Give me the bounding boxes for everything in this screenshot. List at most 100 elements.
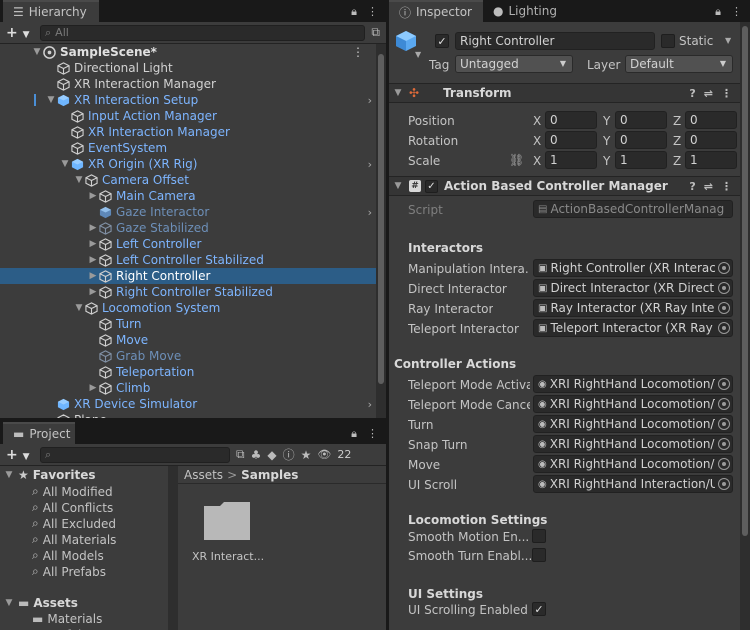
rotation-y-field[interactable]: 0 (615, 131, 667, 149)
scene-visibility-icon[interactable]: ⧉ (371, 25, 380, 40)
link-icon[interactable]: ⛓ (509, 153, 524, 167)
static-checkbox[interactable] (661, 34, 675, 48)
component-enabled-checkbox[interactable]: ✓ (425, 179, 438, 193)
chevron-right-icon[interactable]: ▶ (88, 383, 98, 393)
action-field[interactable]: ◉ XRI RightHand Locomotion/Te (533, 395, 733, 413)
chevron-down-icon[interactable]: ▼ (32, 47, 42, 57)
hierarchy-row[interactable]: XR Interaction Manager (0, 124, 376, 140)
hierarchy-row[interactable]: Directional Light (0, 60, 376, 76)
hierarchy-search-input[interactable]: ⌕ All (40, 24, 366, 41)
favorite-item[interactable]: ⌕ All Prefabs (32, 564, 106, 579)
chevron-right-icon[interactable]: ▶ (88, 239, 98, 249)
preset-icon[interactable]: ⇌ (704, 87, 713, 100)
tab-project[interactable]: ▬ Project (3, 422, 75, 444)
hierarchy-row[interactable]: XR Device Simulator › (0, 396, 376, 412)
hierarchy-row[interactable]: Turn (0, 316, 376, 332)
chevron-right-icon[interactable]: › (368, 158, 372, 171)
search-by-type-icon[interactable]: ⧉ (236, 447, 245, 462)
tab-lighting[interactable]: ● Lighting (483, 0, 567, 22)
object-picker-icon[interactable] (718, 262, 730, 274)
interactor-field[interactable]: ▣ Right Controller (XR Interactio (533, 259, 733, 277)
chevron-down-icon[interactable]: ▼ (74, 175, 84, 185)
hierarchy-row[interactable]: Grab Move (0, 348, 376, 364)
project-tree-scrollbar[interactable] (168, 466, 178, 630)
inspector-scrollbar-thumb[interactable] (742, 26, 748, 536)
project-search-input[interactable]: ⌕ (40, 446, 230, 463)
eye-icon[interactable]: 👁︎ (317, 448, 331, 461)
hierarchy-row[interactable]: ▼ XR Interaction Setup › (0, 92, 376, 108)
gameobject-cube-icon[interactable] (395, 30, 417, 52)
locomotion-setting-checkbox[interactable] (532, 548, 546, 562)
kebab-menu-icon[interactable]: ⋮ (731, 5, 742, 19)
chevron-right-icon[interactable]: ▶ (88, 255, 98, 265)
object-picker-icon[interactable] (718, 418, 730, 430)
object-name-field[interactable]: Right Controller (455, 32, 655, 50)
chevron-right-icon[interactable]: ▶ (88, 287, 98, 297)
create-dropdown-button[interactable]: + ▼ (6, 447, 34, 463)
component-header[interactable]: ▼ # ✓ Action Based Controller Manager ? ⇌… (389, 176, 740, 196)
action-field[interactable]: ◉ XRI RightHand Locomotion/Sn (533, 435, 733, 453)
hierarchy-row[interactable]: ▼ XR Origin (XR Rig) › (0, 156, 376, 172)
filter-by-label-icon[interactable]: ♣ (251, 448, 262, 462)
object-picker-icon[interactable] (718, 478, 730, 490)
hierarchy-row[interactable]: ▶ Right Controller Stabilized (0, 284, 376, 300)
warning-icon[interactable]: ⓘ (283, 446, 295, 463)
hierarchy-row[interactable]: ▼ Locomotion System (0, 300, 376, 316)
kebab-menu-icon[interactable]: ⋮ (352, 45, 364, 59)
hierarchy-row[interactable]: ▶ Gaze Stabilized (0, 220, 376, 236)
help-icon[interactable]: ? (689, 87, 695, 100)
interactor-field[interactable]: ▣ Teleport Interactor (XR Ray In (533, 319, 733, 337)
lock-icon[interactable]: 🔒︎ (351, 427, 357, 441)
chevron-down-icon[interactable]: ▼ (415, 50, 421, 59)
hierarchy-row[interactable]: XR Interaction Manager (0, 76, 376, 92)
lock-icon[interactable]: 🔒︎ (715, 5, 721, 19)
help-icon[interactable]: ? (689, 180, 695, 193)
hierarchy-row[interactable]: Plane (0, 412, 376, 418)
hierarchy-row[interactable]: EventSystem (0, 140, 376, 156)
chevron-down-icon[interactable]: ▼ (46, 95, 56, 105)
kebab-menu-icon[interactable]: ⋮ (367, 427, 378, 441)
position-z-field[interactable]: 0 (685, 111, 737, 129)
favorite-item[interactable]: ⌕ All Materials (32, 532, 116, 547)
breadcrumb-assets[interactable]: Assets (184, 468, 223, 482)
favorites-header[interactable]: ▼ ★ Favorites (4, 468, 96, 482)
asset-folder-item[interactable]: ▬ Materials (32, 612, 102, 626)
create-dropdown-button[interactable]: + ▼ (6, 25, 34, 41)
hierarchy-row[interactable]: Gaze Interactor › (0, 204, 376, 220)
object-picker-icon[interactable] (718, 302, 730, 314)
tag-icon[interactable]: ◆ (267, 448, 276, 462)
tab-hierarchy[interactable]: ☰ Hierarchy (3, 0, 99, 22)
kebab-menu-icon[interactable]: ⋮ (367, 5, 378, 19)
object-picker-icon[interactable] (718, 322, 730, 334)
hierarchy-row[interactable]: ▶ Main Camera (0, 188, 376, 204)
chevron-down-icon[interactable]: ▼ (60, 159, 70, 169)
action-field[interactable]: ◉XRI RightHand Interaction/UI S (533, 475, 733, 493)
favorite-item[interactable]: ⌕ All Modified (32, 484, 113, 499)
layer-dropdown[interactable]: Default ▼ (625, 55, 733, 73)
interactor-field[interactable]: ▣ Direct Interactor (XR Direct In (533, 279, 733, 297)
breadcrumb-samples[interactable]: Samples (241, 468, 298, 482)
lock-icon[interactable]: 🔒︎ (351, 5, 357, 19)
transform-header[interactable]: ▼ ✣ Transform ? ⇌ ⋮ (389, 83, 740, 103)
hierarchy-row[interactable]: ▼ SampleScene* ⋮ (0, 44, 376, 60)
rotation-z-field[interactable]: 0 (685, 131, 737, 149)
tag-dropdown[interactable]: Untagged ▼ (455, 55, 573, 73)
active-checkbox[interactable]: ✓ (435, 34, 449, 48)
hierarchy-scrollbar-thumb[interactable] (378, 54, 384, 384)
object-picker-icon[interactable] (718, 378, 730, 390)
preset-icon[interactable]: ⇌ (704, 180, 713, 193)
chevron-right-icon[interactable]: ▶ (88, 191, 98, 201)
hierarchy-scrollbar[interactable] (376, 44, 386, 418)
hierarchy-row[interactable]: ▶ Climb (0, 380, 376, 396)
favorite-item[interactable]: ⌕ All Excluded (32, 516, 116, 531)
ui-setting-checkbox[interactable]: ✓ (532, 602, 546, 616)
assets-header[interactable]: ▼ ▬ Assets (4, 596, 78, 610)
object-picker-icon[interactable] (718, 458, 730, 470)
favorite-item[interactable]: ⌕ All Models (32, 548, 104, 563)
star-icon[interactable]: ★ (301, 448, 312, 462)
inspector-scrollbar[interactable] (740, 22, 750, 630)
chevron-right-icon[interactable]: › (368, 398, 372, 411)
action-field[interactable]: ◉ XRI RightHand Locomotion/Tu (533, 415, 733, 433)
locomotion-setting-checkbox[interactable] (532, 529, 546, 543)
kebab-menu-icon[interactable]: ⋮ (721, 180, 732, 193)
